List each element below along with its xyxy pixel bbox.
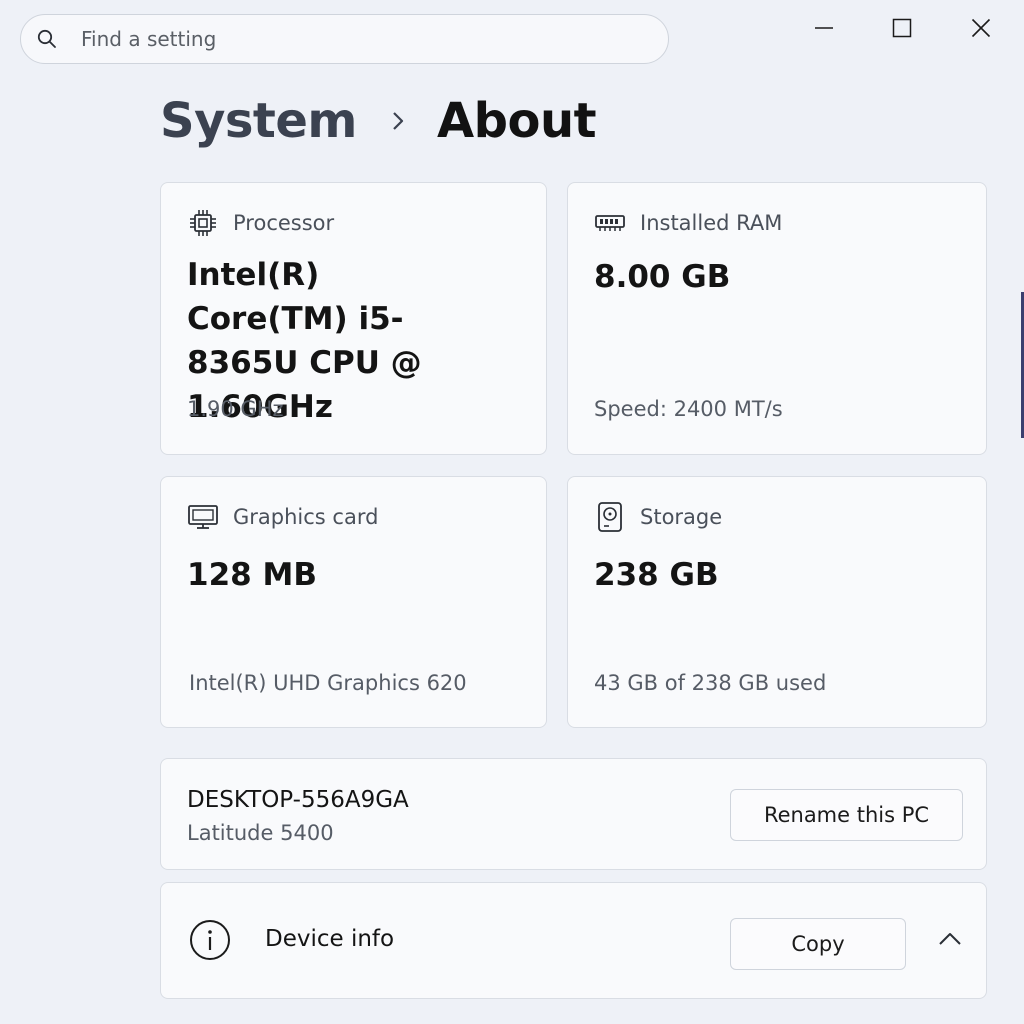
ram-card: Installed RAM 8.00 GB Speed: 2400 MT/s	[567, 182, 987, 455]
storage-usage: 43 GB of 238 GB used	[594, 671, 827, 695]
minimize-button[interactable]	[802, 10, 846, 50]
info-icon	[189, 919, 231, 961]
graphics-card: Graphics card 128 MB Intel(R) UHD Graphi…	[160, 476, 547, 728]
monitor-icon	[187, 501, 219, 533]
device-name-card: DESKTOP-556A9GA Latitude 5400 Rename thi…	[160, 758, 987, 870]
device-info-label: Device info	[265, 926, 395, 952]
processor-icon	[187, 207, 219, 239]
processor-label: Processor	[233, 211, 335, 235]
ram-value: 8.00 GB	[594, 259, 731, 295]
processor-speed: 1.90 GHz	[187, 397, 284, 421]
maximize-button[interactable]	[880, 10, 924, 50]
copy-button[interactable]: Copy	[730, 918, 906, 970]
maximize-icon	[892, 18, 912, 42]
processor-card: Processor Intel(R) Core(TM) i5-8365U CPU…	[160, 182, 547, 455]
device-name: DESKTOP-556A9GA	[187, 787, 409, 813]
minimize-icon	[814, 18, 834, 42]
chevron-up-icon[interactable]	[937, 931, 963, 947]
page-title: About	[436, 93, 597, 149]
device-model: Latitude 5400	[187, 821, 334, 845]
storage-card: Storage 238 GB 43 GB of 238 GB used	[567, 476, 987, 728]
storage-label: Storage	[640, 505, 723, 529]
close-icon	[971, 18, 991, 42]
ram-speed: Speed: 2400 MT/s	[594, 397, 783, 421]
graphics-label: Graphics card	[233, 505, 379, 529]
graphics-value: 128 MB	[187, 557, 317, 593]
breadcrumb-system-link[interactable]: System	[160, 93, 357, 149]
device-info-card[interactable]: Device info Copy	[160, 882, 987, 999]
chevron-right-icon	[391, 110, 405, 132]
search-input[interactable]	[81, 27, 641, 51]
storage-icon	[594, 501, 626, 533]
close-button[interactable]	[959, 10, 1003, 50]
search-box[interactable]	[20, 14, 669, 64]
ram-icon	[594, 207, 626, 239]
rename-pc-button[interactable]: Rename this PC	[730, 789, 963, 841]
breadcrumb: System About	[160, 88, 597, 154]
graphics-model: Intel(R) UHD Graphics 620	[189, 671, 467, 695]
search-icon	[36, 28, 58, 50]
storage-value: 238 GB	[594, 557, 719, 593]
ram-label: Installed RAM	[640, 211, 783, 235]
